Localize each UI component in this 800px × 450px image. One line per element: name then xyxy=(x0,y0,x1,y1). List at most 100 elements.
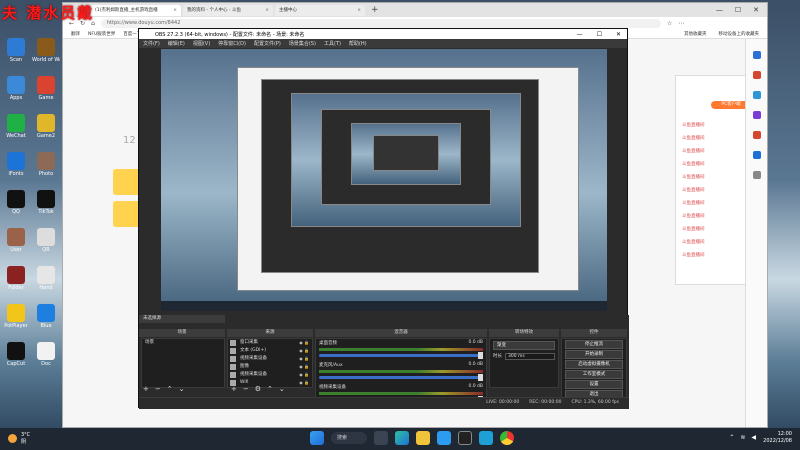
desktop-icon[interactable]: Blue xyxy=(32,304,60,329)
close-icon[interactable]: ✕ xyxy=(616,31,621,38)
task-view-icon[interactable] xyxy=(374,431,388,445)
obs-menu-item[interactable]: 场景集合(S) xyxy=(289,40,316,47)
scene-item[interactable]: 场景 xyxy=(142,339,224,347)
source-item[interactable]: 图像 ◉ 🔒 xyxy=(228,363,312,371)
bookmark-item[interactable]: NFU服装世界 xyxy=(88,31,115,37)
add-icon[interactable] xyxy=(752,171,761,179)
desktop-icon[interactable]: Apps xyxy=(2,76,30,101)
live-list-item[interactable]: 斗鱼直播间 xyxy=(680,226,750,233)
desktop-icon[interactable]: WeChat xyxy=(2,114,30,139)
app-icon[interactable] xyxy=(479,431,493,445)
visibility-icon[interactable]: ◉ 🔒 xyxy=(299,371,309,379)
weather-widget[interactable]: 3°C 阴 xyxy=(8,432,30,445)
remove-icon[interactable]: − xyxy=(243,385,249,394)
new-tab-button[interactable]: + xyxy=(367,5,383,15)
live-list-item[interactable]: 斗鱼直播间 xyxy=(680,252,750,259)
add-icon[interactable]: + xyxy=(143,385,149,394)
desktop-icon[interactable]: Folder xyxy=(2,266,30,291)
live-list-item[interactable]: 斗鱼直播间 xyxy=(680,148,750,155)
obs-menu-item[interactable]: 帮助(H) xyxy=(349,40,367,47)
source-item[interactable]: 窗口采集 ◉ 🔒 xyxy=(228,339,312,347)
live-list-item[interactable]: 斗鱼直播间 xyxy=(680,213,750,220)
obs-menu-item[interactable]: 视图(V) xyxy=(193,40,210,47)
wifi-icon[interactable]: ≋ xyxy=(740,434,745,441)
desktop-icon[interactable]: Game2 xyxy=(32,114,60,139)
desktop-icon[interactable]: QR xyxy=(32,228,60,253)
desktop-icon[interactable]: User xyxy=(2,228,30,253)
bookmark-item[interactable]: 翻译 xyxy=(71,31,80,37)
outlook-icon[interactable] xyxy=(752,151,761,159)
tab-close-icon[interactable]: × xyxy=(265,8,269,13)
obs-menu-item[interactable]: 停靠窗口(D) xyxy=(218,40,246,47)
up-icon[interactable]: ⌃ xyxy=(267,385,273,394)
chevron-up-icon[interactable]: ⌃ xyxy=(729,434,734,441)
live-list-item[interactable]: 斗鱼直播间 xyxy=(680,135,750,142)
duration-input[interactable]: 300 ms xyxy=(505,353,555,360)
obs-control-button[interactable]: 工作室模式 xyxy=(565,370,623,379)
visibility-icon[interactable]: ◉ 🔒 xyxy=(299,347,309,355)
source-item[interactable]: 视频采集设备 ◉ 🔒 xyxy=(228,355,312,363)
search-icon[interactable] xyxy=(752,51,761,59)
minimize-icon[interactable]: — xyxy=(577,31,583,38)
obs-control-button[interactable]: 启动虚拟摄像机 xyxy=(565,360,623,369)
clock[interactable]: 12:00 2022/12/08 xyxy=(763,431,792,445)
bookmark-folder[interactable]: 移动设备上的收藏夹 xyxy=(719,31,760,37)
transition-select[interactable]: 渐变 xyxy=(493,341,555,350)
source-item[interactable]: 视频采集设备 ◉ 🔒 xyxy=(228,371,312,379)
desktop-icon[interactable]: World of Warcraft xyxy=(32,38,60,63)
live-list-item[interactable]: 斗鱼直播间 xyxy=(680,239,750,246)
extensions-icon[interactable]: ⋯ xyxy=(678,20,684,27)
volume-slider[interactable] xyxy=(319,374,483,381)
office-icon[interactable] xyxy=(752,131,761,139)
obs-control-button[interactable]: 开始录制 xyxy=(565,350,623,359)
desktop-icon[interactable]: CapCut xyxy=(2,342,30,367)
desktop-icon[interactable]: PotPlayer xyxy=(2,304,30,329)
shopping-icon[interactable] xyxy=(752,71,761,79)
url-input[interactable]: https://www.douyu.com/8442 xyxy=(100,18,661,28)
star-icon[interactable]: ☆ xyxy=(667,20,672,27)
obs-menu-item[interactable]: 编辑(E) xyxy=(168,40,185,47)
desktop-icon[interactable]: QQ xyxy=(2,190,30,215)
live-list-item[interactable]: 斗鱼直播间 xyxy=(680,187,750,194)
live-list-item[interactable]: 斗鱼直播间 xyxy=(680,122,750,129)
minimize-icon[interactable]: — xyxy=(716,6,723,14)
live-list-item[interactable]: 斗鱼直播间 xyxy=(680,161,750,168)
gear-icon[interactable]: ⚙ xyxy=(255,385,261,394)
games-icon[interactable] xyxy=(752,111,761,119)
desktop-icon[interactable]: TikTok xyxy=(32,190,60,215)
visibility-icon[interactable]: ◉ 🔒 xyxy=(299,363,309,371)
obs-menu-item[interactable]: 文件(F) xyxy=(143,40,160,47)
maximize-icon[interactable]: ☐ xyxy=(597,31,602,38)
source-item[interactable]: 文本 (GDI+) ◉ 🔒 xyxy=(228,347,312,355)
tab-close-icon[interactable]: × xyxy=(357,8,361,13)
windows-start-icon[interactable] xyxy=(310,431,324,445)
browser-tab[interactable]: 主播中心 × xyxy=(275,4,365,16)
browser-tab[interactable]: (1)杰利姆斯直播_主机游戏直播 × xyxy=(91,4,181,16)
live-list-item[interactable]: 斗鱼直播间 xyxy=(680,174,750,181)
search-box[interactable]: 搜索 xyxy=(331,432,367,444)
desktop-icon[interactable]: Scan xyxy=(2,38,30,63)
obs-menu-item[interactable]: 配置文件(P) xyxy=(254,40,281,47)
tab-close-icon[interactable]: × xyxy=(173,8,177,13)
chat-icon[interactable] xyxy=(437,431,451,445)
edge-icon[interactable] xyxy=(395,431,409,445)
browser-tab[interactable]: 我的资料 - 个人中心 - 斗鱼 × xyxy=(183,4,273,16)
close-icon[interactable]: ✕ xyxy=(753,6,759,14)
live-list-item[interactable]: 斗鱼直播间 xyxy=(680,200,750,207)
tools-icon[interactable] xyxy=(752,91,761,99)
add-icon[interactable]: + xyxy=(231,385,237,394)
down-icon[interactable]: ⌄ xyxy=(179,385,185,394)
visibility-icon[interactable]: ◉ 🔒 xyxy=(299,339,309,347)
obs-icon[interactable] xyxy=(458,431,472,445)
up-icon[interactable]: ⌃ xyxy=(167,385,173,394)
bookmark-folder[interactable]: 其他收藏夹 xyxy=(684,31,707,37)
obs-control-button[interactable]: 设置 xyxy=(565,380,623,389)
visibility-icon[interactable]: ◉ 🔒 xyxy=(299,379,309,387)
obs-control-button[interactable]: 停止推流 xyxy=(565,340,623,349)
obs-menu-item[interactable]: 工具(T) xyxy=(324,40,341,47)
remove-icon[interactable]: − xyxy=(155,385,161,394)
volume-slider[interactable] xyxy=(319,352,483,359)
obs-preview[interactable] xyxy=(161,49,607,311)
desktop-icon[interactable]: Game xyxy=(32,76,60,101)
desktop-icon[interactable]: Photo xyxy=(32,152,60,177)
